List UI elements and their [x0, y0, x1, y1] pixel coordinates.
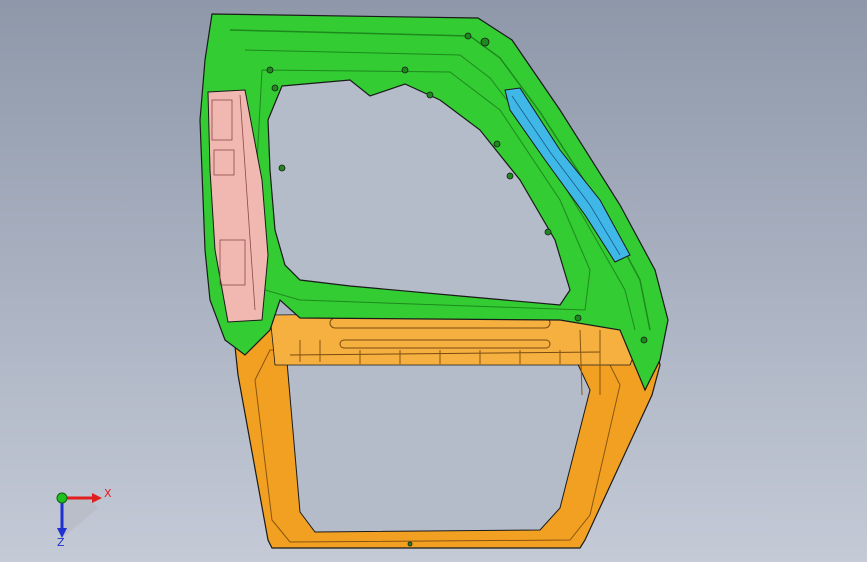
y-axis-dot [56, 492, 68, 504]
x-axis-label: X [104, 487, 112, 500]
door-frame-model[interactable] [0, 0, 867, 562]
cad-viewport[interactable] [0, 0, 867, 562]
z-axis-label: Z [57, 536, 65, 548]
x-axis-arrow [92, 493, 102, 503]
lower-opening [286, 357, 591, 533]
orientation-triad[interactable]: X Z [40, 478, 120, 549]
